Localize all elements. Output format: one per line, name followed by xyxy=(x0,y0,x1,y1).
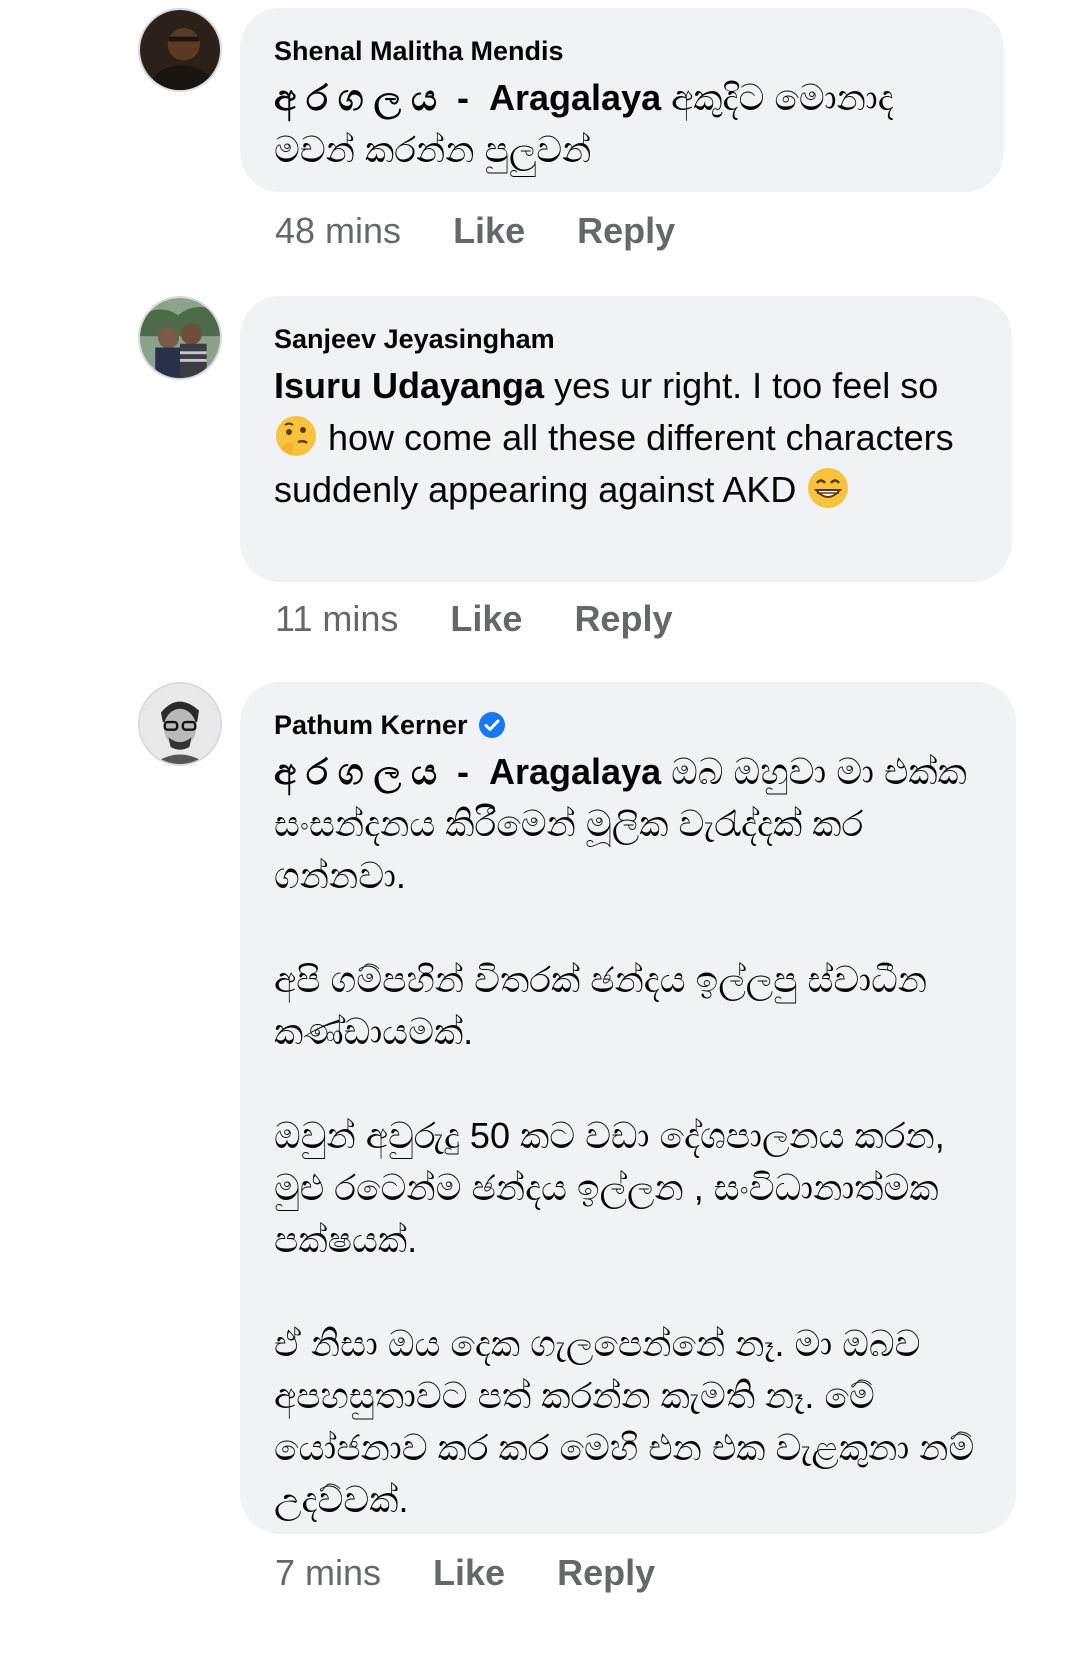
comment-time[interactable]: 7 mins xyxy=(275,1552,381,1594)
avatar-shenal[interactable] xyxy=(138,8,222,92)
comment-text: අ ර ග ල ය - Aragalaya ඔබ ඔහුවා මා එක්ක ස… xyxy=(274,746,982,1526)
comment-time[interactable]: 11 mins xyxy=(275,598,398,640)
comment-bubble: Sanjeev Jeyasingham Isuru Udayanga yes u… xyxy=(240,296,1012,582)
reply-button[interactable]: Reply xyxy=(577,210,675,252)
avatar-pathum[interactable] xyxy=(138,682,222,766)
comment-text: අ ර ග ල ය - Aragalaya අකුදිට මොනාද මචන් … xyxy=(274,72,970,176)
author-name[interactable]: Shenal Malitha Mendis xyxy=(274,34,564,68)
avatar-photo-icon xyxy=(140,684,220,764)
mention-link[interactable]: අ ර ග ල ය - Aragalaya xyxy=(274,751,661,792)
comment-time[interactable]: 48 mins xyxy=(275,210,401,252)
comment-text: Isuru Udayanga yes ur right. I too feel … xyxy=(274,360,978,516)
author-name[interactable]: Sanjeev Jeyasingham xyxy=(274,322,555,356)
avatar-photo-icon xyxy=(140,10,220,90)
like-button[interactable]: Like xyxy=(450,598,522,640)
mention-link[interactable]: Isuru Udayanga xyxy=(274,365,544,406)
comment-bubble: Shenal Malitha Mendis අ ර ග ල ය - Aragal… xyxy=(240,8,1004,192)
like-button[interactable]: Like xyxy=(453,210,525,252)
comment-body: ඔබ ඔහුවා මා එක්ක සංසන්දනය කිරීමෙන් මූලික… xyxy=(274,751,975,1520)
comment-actions: 11 mins Like Reply xyxy=(275,598,724,640)
comment-actions: 48 mins Like Reply xyxy=(275,210,727,252)
reply-button[interactable]: Reply xyxy=(557,1552,655,1594)
author-name[interactable]: Pathum Kerner xyxy=(274,708,468,742)
comment-author[interactable]: Shenal Malitha Mendis xyxy=(274,34,970,68)
reply-button[interactable]: Reply xyxy=(574,598,672,640)
avatar-sanjeev[interactable] xyxy=(138,296,222,380)
comment-actions: 7 mins Like Reply xyxy=(275,1552,707,1594)
avatar-photo-icon xyxy=(140,298,220,378)
comment-author[interactable]: Pathum Kerner xyxy=(274,708,982,742)
verified-badge-icon xyxy=(478,712,505,738)
comment-body-continued: how come all these different characters … xyxy=(274,417,974,510)
mention-link[interactable]: අ ර ග ල ය - Aragalaya xyxy=(274,77,661,118)
thinking-face-icon xyxy=(276,416,316,456)
comment-bubble: Pathum Kerner අ ර ග ල ය - Aragalaya ඔබ ඔ… xyxy=(240,682,1016,1534)
grinning-face-icon xyxy=(808,468,849,508)
like-button[interactable]: Like xyxy=(433,1552,505,1594)
comment-body: yes ur right. I too feel so xyxy=(544,365,949,406)
comment-author[interactable]: Sanjeev Jeyasingham xyxy=(274,322,978,356)
